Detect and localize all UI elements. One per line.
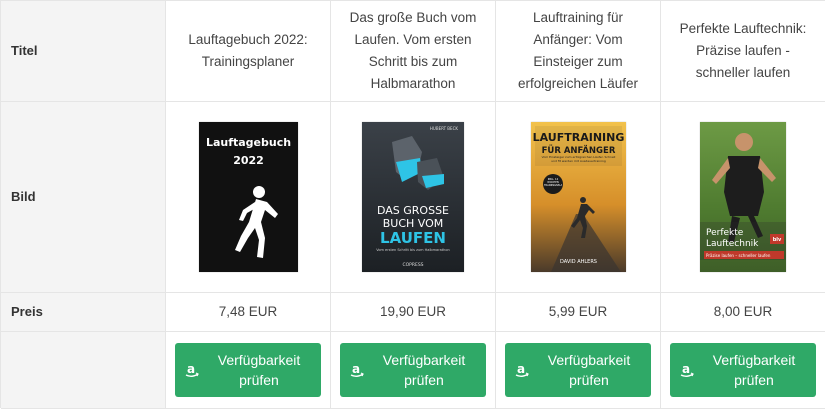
check-availability-button-3[interactable]: a Verfügbarkeit prüfen [505,343,651,397]
cover-4-line2: Lauftechnik [706,239,759,249]
book-cover-perfekte-lauftechnik-art: Perfekte Lauftechnik Präzise laufen – sc… [700,122,786,272]
book-cover-das-grosse-buch-art: HUBERT BECK DAS GROSSE BUCH VOM LAUFEN V… [362,122,464,272]
product-title-4-text: Perfekte Lauftechnik: Präzise laufen - s… [679,21,807,80]
cover-2-tagline: Vom ersten Schritt bis zum Halbmarathon [376,248,449,252]
product-price-4-text: 8,00 EUR [713,304,773,319]
book-cover-lauftagebuch[interactable]: Lauftagebuch 2022 [198,122,298,272]
product-price-4: 8,00 EUR [661,293,825,332]
check-availability-label-2: Verfügbarkeit prüfen [382,352,466,388]
product-title-1: Lauftagebuch 2022: Trainingsplaner [166,1,331,102]
product-button-cell-3: a Verfügbarkeit prüfen [496,332,661,409]
product-price-1: 7,48 EUR [166,293,331,332]
check-availability-button-2[interactable]: a Verfügbarkeit prüfen [340,343,486,397]
cover-2-publisher: COPRESS [402,262,423,268]
product-price-3: 5,99 EUR [496,293,661,332]
book-cover-lauftraining[interactable]: LAUFTRAINING FÜR ANFÄNGER Vom Einsteiger… [530,122,626,272]
row-label-image: Bild [1,102,166,293]
cover-3-author: DAVID AHLERS [560,259,597,265]
row-label-empty [1,332,166,409]
row-label-price: Preis [1,293,166,332]
comparison-table: Titel Lauftagebuch 2022: Trainingsplaner… [0,0,825,409]
product-title-2: Das große Buch vom Laufen. Vom ersten Sc… [331,1,496,102]
amazon-icon: a [676,362,698,378]
product-title-3-text: Lauftraining für Anfänger: Vom Einsteige… [517,10,639,91]
svg-text:a: a [517,362,525,376]
cover-3-badge: INKL. 12 WOCHEN TRAININGSPLAN [543,178,562,187]
cover-4-tagline: Präzise laufen – schneller laufen [706,253,771,258]
book-cover-das-grosse-buch[interactable]: HUBERT BECK DAS GROSSE BUCH VOM LAUFEN V… [362,122,464,272]
product-button-cell-1: a Verfügbarkeit prüfen [166,332,331,409]
cover-1-subheading: 2022 [233,154,264,167]
svg-text:a: a [352,362,360,376]
product-price-1-text: 7,48 EUR [218,304,278,319]
row-label-title: Titel [1,1,166,102]
book-cover-lauftraining-art: LAUFTRAINING FÜR ANFÄNGER Vom Einsteiger… [530,122,626,272]
product-price-3-text: 5,99 EUR [548,304,608,319]
amazon-icon: a [511,362,533,378]
check-availability-button-1[interactable]: a Verfügbarkeit prüfen [175,343,321,397]
cover-1-heading: Lauftagebuch [205,136,290,149]
cover-3-badge-wrap: INKL. 12 WOCHEN TRAININGSPLAN [543,178,562,187]
cover-3-blurb-wrap: Vom Einsteiger zum erfolgreichen Läufer.… [541,156,615,163]
amazon-icon: a [181,362,203,378]
product-title-2-text: Das große Buch vom Laufen. Vom ersten Sc… [349,10,477,91]
row-label-image-text: Bild [11,189,36,204]
cover-2-line1: DAS GROSSE [377,204,449,217]
check-availability-label-1: Verfügbarkeit prüfen [217,352,301,388]
product-image-cell-4: Perfekte Lauftechnik Präzise laufen – sc… [661,102,825,293]
row-label-price-text: Preis [11,304,43,319]
svg-text:a: a [187,362,195,376]
cover-3-line1: LAUFTRAINING [532,131,624,144]
product-button-cell-4: a Verfügbarkeit prüfen [661,332,825,409]
product-button-cell-2: a Verfügbarkeit prüfen [331,332,496,409]
product-price-2-text: 19,90 EUR [379,304,447,319]
check-availability-label-3: Verfügbarkeit prüfen [547,352,631,388]
cover-2-author: HUBERT BECK [430,126,458,131]
product-image-cell-3: LAUFTRAINING FÜR ANFÄNGER Vom Einsteiger… [496,102,661,293]
cover-4-publisher: blv [773,237,782,243]
product-image-cell-1: Lauftagebuch 2022 [166,102,331,293]
row-label-title-text: Titel [11,43,38,58]
cover-2-line3: LAUFEN [380,229,446,247]
cover-3-blurb: Vom Einsteiger zum erfolgreichen Läufer.… [541,156,615,163]
check-availability-button-4[interactable]: a Verfügbarkeit prüfen [670,343,816,397]
product-price-2: 19,90 EUR [331,293,496,332]
book-cover-perfekte-lauftechnik[interactable]: Perfekte Lauftechnik Präzise laufen – sc… [700,122,786,272]
product-image-cell-2: HUBERT BECK DAS GROSSE BUCH VOM LAUFEN V… [331,102,496,293]
product-title-4: Perfekte Lauftechnik: Präzise laufen - s… [661,1,825,102]
svg-text:a: a [682,362,690,376]
book-cover-lauftagebuch-art: Lauftagebuch 2022 [198,122,298,272]
product-title-3: Lauftraining für Anfänger: Vom Einsteige… [496,1,661,102]
check-availability-label-4: Verfügbarkeit prüfen [712,352,796,388]
cover-3-line2: FÜR ANFÄNGER [541,145,615,156]
amazon-icon: a [346,362,368,378]
product-title-1-text: Lauftagebuch 2022: Trainingsplaner [188,32,308,69]
cover-4-line1: Perfekte [706,228,744,238]
